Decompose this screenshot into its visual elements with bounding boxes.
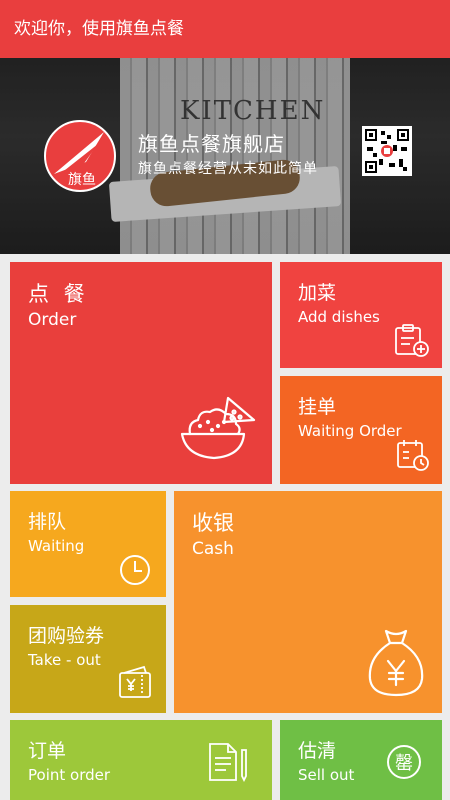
qr-code-icon[interactable]	[362, 126, 412, 176]
store-slogan: 旗鱼点餐经营从未如此简单	[138, 161, 318, 177]
tile-add-dishes[interactable]: 加菜 Add dishes	[280, 262, 442, 368]
tile-cash-en: Cash	[192, 539, 234, 559]
top-bar: 欢迎你，使用旗鱼点餐	[0, 0, 450, 58]
tile-waiting-order[interactable]: 挂单 Waiting Order	[280, 376, 442, 484]
tile-waiting-order-zh: 挂单	[298, 396, 337, 418]
store-name: 旗鱼点餐旗舰店	[138, 132, 285, 156]
tile-sell-out-zh: 估清	[298, 740, 337, 762]
tile-queue[interactable]: 排队 Waiting	[10, 491, 166, 597]
clock-icon	[120, 555, 150, 585]
sellout-badge-text: 罄	[395, 753, 413, 774]
store-logo: 旗鱼	[44, 120, 116, 192]
tile-group-buy[interactable]: 团购验券 Take - out	[10, 605, 166, 713]
tile-group-buy-en: Take - out	[28, 651, 101, 669]
tile-group-buy-zh: 团购验券	[28, 625, 105, 647]
tile-cash[interactable]: 收银 Cash	[174, 491, 442, 713]
logo-text: 旗鱼	[68, 171, 96, 188]
tile-queue-zh: 排队	[28, 511, 67, 533]
document-pen-icon	[209, 743, 247, 782]
tile-queue-en: Waiting	[28, 537, 85, 555]
money-bag-icon	[368, 629, 424, 697]
tile-point-order-zh: 订单	[28, 740, 67, 762]
swordfish-logo-icon: 旗鱼	[54, 132, 104, 188]
tile-add-dishes-zh: 加菜	[298, 282, 337, 304]
clipboard-add-icon	[395, 324, 429, 357]
tile-waiting-order-en: Waiting Order	[298, 422, 402, 440]
tile-point-order-en: Point order	[28, 766, 111, 784]
store-banner: KITCHEN 旗鱼 旗鱼点餐旗舰店 旗鱼点餐经营从未如此简单	[0, 58, 450, 254]
food-bowl-icon	[180, 396, 256, 460]
tile-order-en: Order	[28, 310, 77, 330]
calendar-clock-icon	[397, 440, 429, 471]
tile-sell-out[interactable]: 估清 Sell out 罄	[280, 720, 442, 800]
tile-point-order[interactable]: 订单 Point order	[10, 720, 272, 800]
welcome-title: 欢迎你，使用旗鱼点餐	[14, 19, 184, 39]
coupon-wallet-icon	[119, 665, 151, 698]
tile-order[interactable]: 点 餐 Order	[10, 262, 272, 484]
tile-sell-out-en: Sell out	[298, 766, 355, 784]
tile-cash-zh: 收银	[192, 511, 234, 535]
tile-add-dishes-en: Add dishes	[298, 308, 380, 326]
sellout-badge-icon: 罄	[387, 745, 421, 779]
tile-order-zh: 点 餐	[28, 282, 89, 306]
